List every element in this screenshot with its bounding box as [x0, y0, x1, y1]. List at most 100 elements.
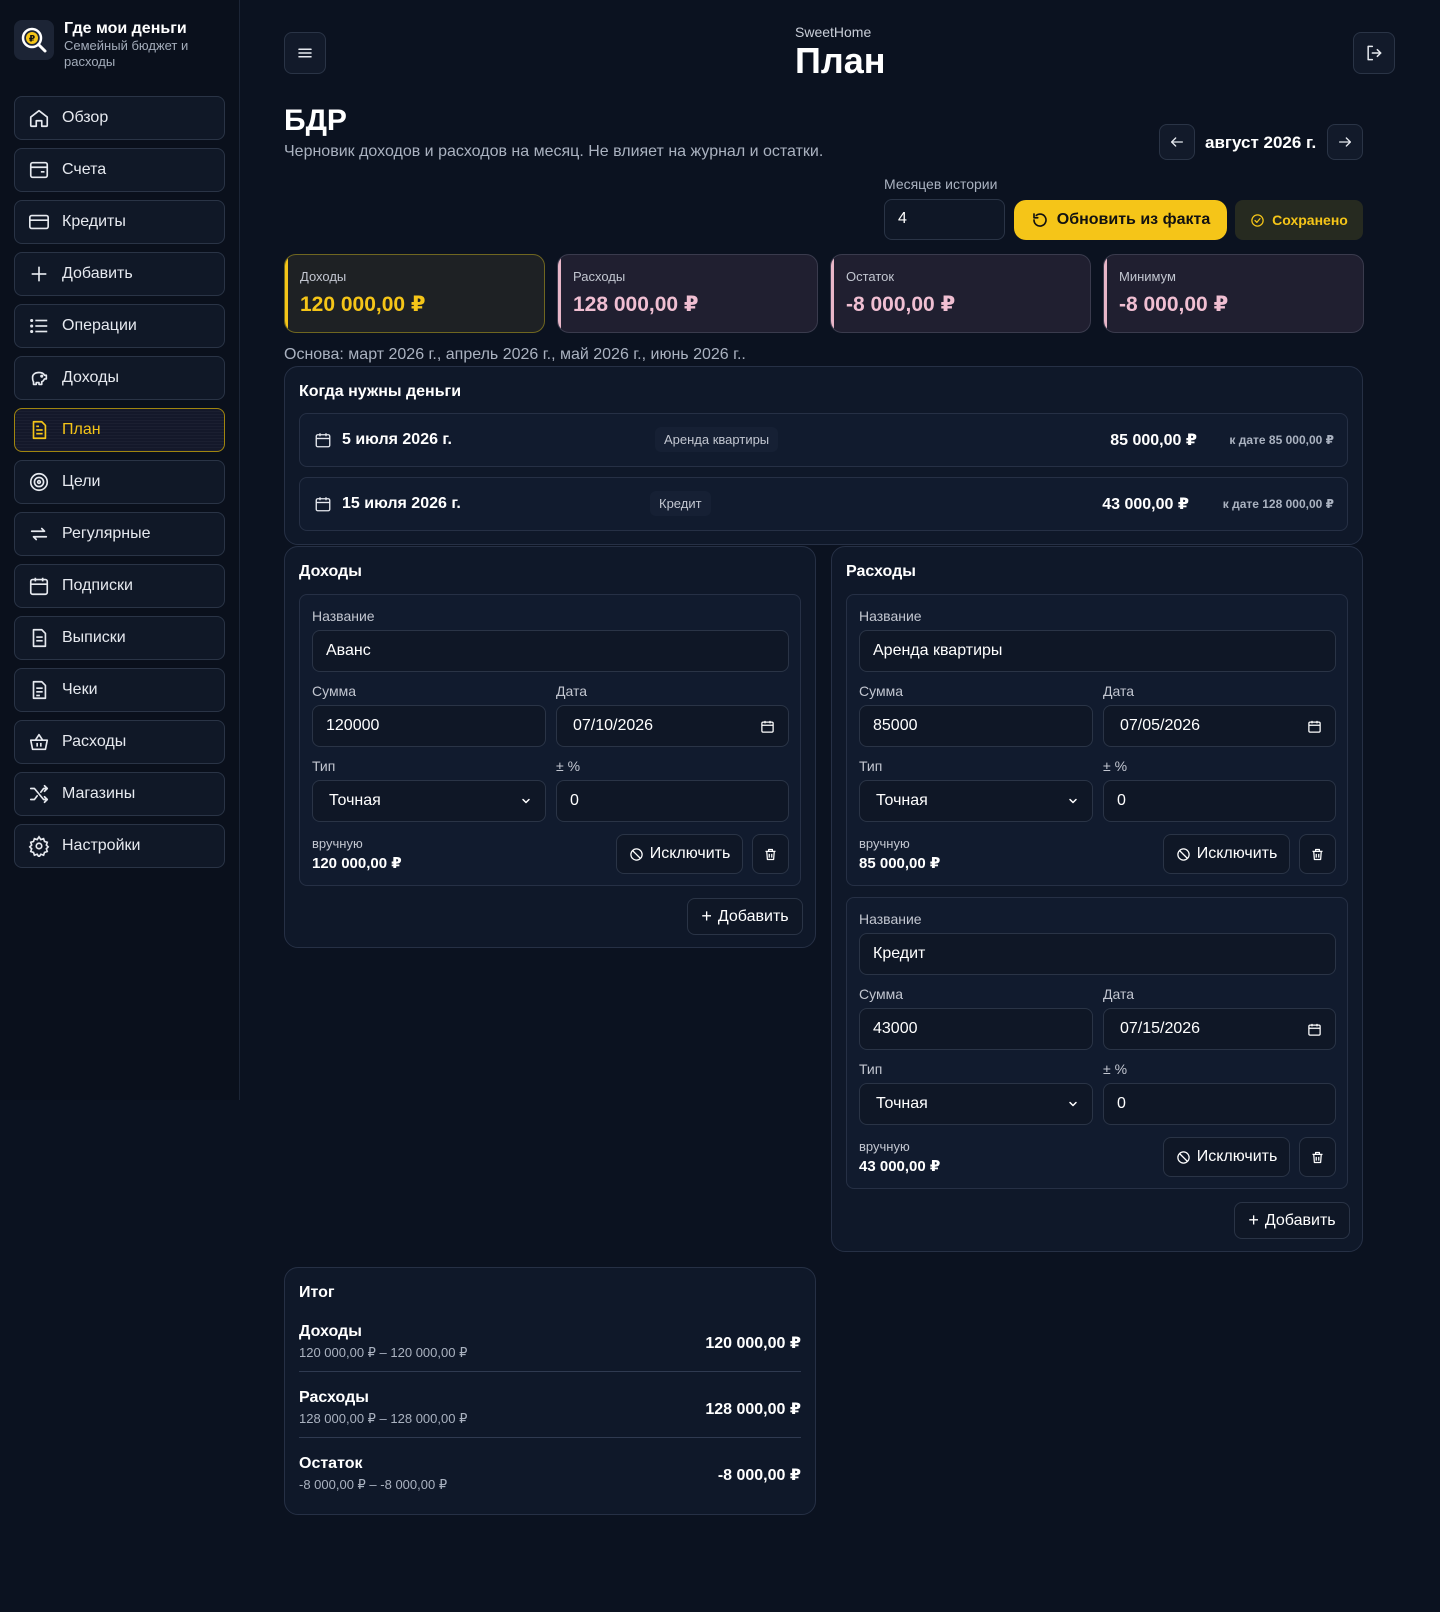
- sidebar-item-overview[interactable]: Обзор: [14, 96, 225, 140]
- calendar-icon: [315, 433, 331, 448]
- sidebar-item-goals[interactable]: Цели: [14, 460, 225, 504]
- delete-button[interactable]: [752, 834, 789, 874]
- sidebar-item-accounts[interactable]: Счета: [14, 148, 225, 192]
- type-select[interactable]: Точная: [312, 780, 546, 822]
- name-label: Название: [312, 608, 375, 624]
- exclude-button[interactable]: Исключить: [1163, 1137, 1290, 1177]
- totals-row: Остаток -8 000,00 ₽ – -8 000,00 ₽ -8 000…: [299, 1455, 801, 1521]
- income-panel: Доходы Название Аванс Сумма 120000 Дата …: [284, 546, 816, 948]
- type-label: Тип: [859, 758, 883, 774]
- list-icon: [30, 318, 48, 334]
- sidebar-item-settings[interactable]: Настройки: [14, 824, 225, 868]
- exclude-button[interactable]: Исключить: [1163, 834, 1290, 874]
- date-value: 07/10/2026: [573, 717, 654, 734]
- date-input[interactable]: 07/15/2026: [1103, 1008, 1336, 1050]
- name-input[interactable]: Аренда квартиры: [859, 630, 1336, 672]
- household-name: SweetHome: [795, 24, 872, 40]
- add-income-button[interactable]: + Добавить: [687, 898, 803, 935]
- exclude-label: Исключить: [1196, 1148, 1278, 1165]
- date-label: Дата: [1103, 986, 1135, 1002]
- plus-icon: [31, 266, 47, 282]
- sidebar-item-label: Доходы: [62, 369, 119, 386]
- name-label: Название: [859, 608, 922, 624]
- sidebar-item-subscriptions[interactable]: Подписки: [14, 564, 225, 608]
- calendar-icon: [29, 577, 49, 596]
- date-label: Дата: [556, 683, 588, 699]
- manual-label: вручную: [312, 836, 363, 851]
- next-month-button[interactable]: [1327, 124, 1363, 160]
- logout-icon: [1367, 45, 1382, 61]
- sidebar-item-expenses[interactable]: Расходы: [14, 720, 225, 764]
- totals-value: -8 000,00 ₽: [717, 1467, 801, 1484]
- needs-tag: Аренда квартиры: [655, 427, 779, 452]
- section-title: БДР: [284, 104, 347, 137]
- sidebar-item-receipts[interactable]: Чеки: [14, 668, 225, 712]
- sidebar-item-label: План: [62, 421, 101, 438]
- refresh-label: Обновить из факта: [1056, 211, 1211, 228]
- exclude-button[interactable]: Исключить: [616, 834, 743, 874]
- add-expense-button[interactable]: + Добавить: [1234, 1202, 1350, 1239]
- arrow-right-icon: [1339, 137, 1351, 147]
- gear-icon: [28, 835, 50, 857]
- totals-name: Доходы: [299, 1323, 362, 1340]
- date-value: 07/15/2026: [1120, 1020, 1201, 1037]
- refresh-from-fact-button[interactable]: Обновить из факта: [1014, 200, 1227, 240]
- basis-note: Основа: март 2026 г., апрель 2026 г., ма…: [284, 346, 746, 363]
- pct-input[interactable]: 0: [1103, 780, 1336, 822]
- needs-amount: 43 000,00 ₽: [1102, 496, 1189, 513]
- needs-date: 15 июля 2026 г.: [342, 495, 461, 512]
- manual-label: вручную: [859, 1139, 910, 1154]
- expenses-title: Расходы: [846, 563, 916, 580]
- sidebar-item-label: Добавить: [62, 265, 133, 282]
- delete-button[interactable]: [1299, 834, 1336, 874]
- menu-button[interactable]: [284, 32, 326, 74]
- sum-input[interactable]: 120000: [312, 705, 546, 747]
- sidebar-item-label: Магазины: [62, 785, 136, 802]
- type-label: Тип: [859, 1061, 883, 1077]
- chevron-down-icon: [522, 798, 530, 804]
- date-input[interactable]: 07/10/2026: [556, 705, 789, 747]
- calendar-icon: [1308, 720, 1321, 733]
- sidebar-item-recurring[interactable]: Регулярные: [14, 512, 225, 556]
- sidebar-item-credits[interactable]: Кредиты: [14, 200, 225, 244]
- saved-label: Сохранено: [1272, 212, 1348, 228]
- ban-icon: [1176, 847, 1190, 861]
- delete-button[interactable]: [1299, 1137, 1336, 1177]
- sidebar-item-shops[interactable]: Магазины: [14, 772, 225, 816]
- type-select[interactable]: Точная: [859, 780, 1093, 822]
- sidebar-item-income[interactable]: Доходы: [14, 356, 225, 400]
- stat-card-balance: Остаток -8 000,00 ₽: [830, 254, 1091, 333]
- trash-icon: [1312, 1151, 1323, 1163]
- sidebar-item-label: Кредиты: [62, 213, 126, 230]
- history-months-input[interactable]: 4: [884, 199, 1005, 240]
- date-input[interactable]: 07/05/2026: [1103, 705, 1336, 747]
- period-label: август 2026 г.: [1205, 133, 1317, 152]
- shuffle-icon: [29, 784, 49, 804]
- totals-row: Доходы 120 000,00 ₽ – 120 000,00 ₽ 120 0…: [299, 1323, 801, 1389]
- chevron-down-icon: [1069, 1101, 1077, 1107]
- name-input[interactable]: Аванс: [312, 630, 789, 672]
- totals-panel: Итог Доходы 120 000,00 ₽ – 120 000,00 ₽ …: [284, 1267, 816, 1515]
- prev-month-button[interactable]: [1159, 124, 1195, 160]
- pct-label: ± %: [1103, 758, 1128, 774]
- sidebar-item-operations[interactable]: Операции: [14, 304, 225, 348]
- type-select[interactable]: Точная: [859, 1083, 1093, 1125]
- name-input[interactable]: Кредит: [859, 933, 1336, 975]
- sidebar-item-plan[interactable]: План: [14, 408, 225, 452]
- target-icon: [29, 472, 49, 492]
- sidebar-item-statements[interactable]: Выписки: [14, 616, 225, 660]
- stat-value: 128 000,00 ₽: [573, 293, 699, 316]
- sidebar-item-add[interactable]: Добавить: [14, 252, 225, 296]
- sidebar-item-label: Операции: [62, 317, 137, 334]
- pct-input[interactable]: 0: [1103, 1083, 1336, 1125]
- stat-value: -8 000,00 ₽: [1119, 293, 1229, 316]
- sum-input[interactable]: 85000: [859, 705, 1093, 747]
- sum-input[interactable]: 43000: [859, 1008, 1093, 1050]
- svg-text:₽: ₽: [29, 35, 35, 45]
- pct-input[interactable]: 0: [556, 780, 789, 822]
- income-item: Название Аванс Сумма 120000 Дата 07/10/2…: [299, 594, 801, 886]
- logout-button[interactable]: [1353, 32, 1395, 74]
- totals-value: 120 000,00 ₽: [705, 1335, 801, 1352]
- ban-icon: [629, 847, 643, 861]
- hamburger-icon: [298, 48, 312, 58]
